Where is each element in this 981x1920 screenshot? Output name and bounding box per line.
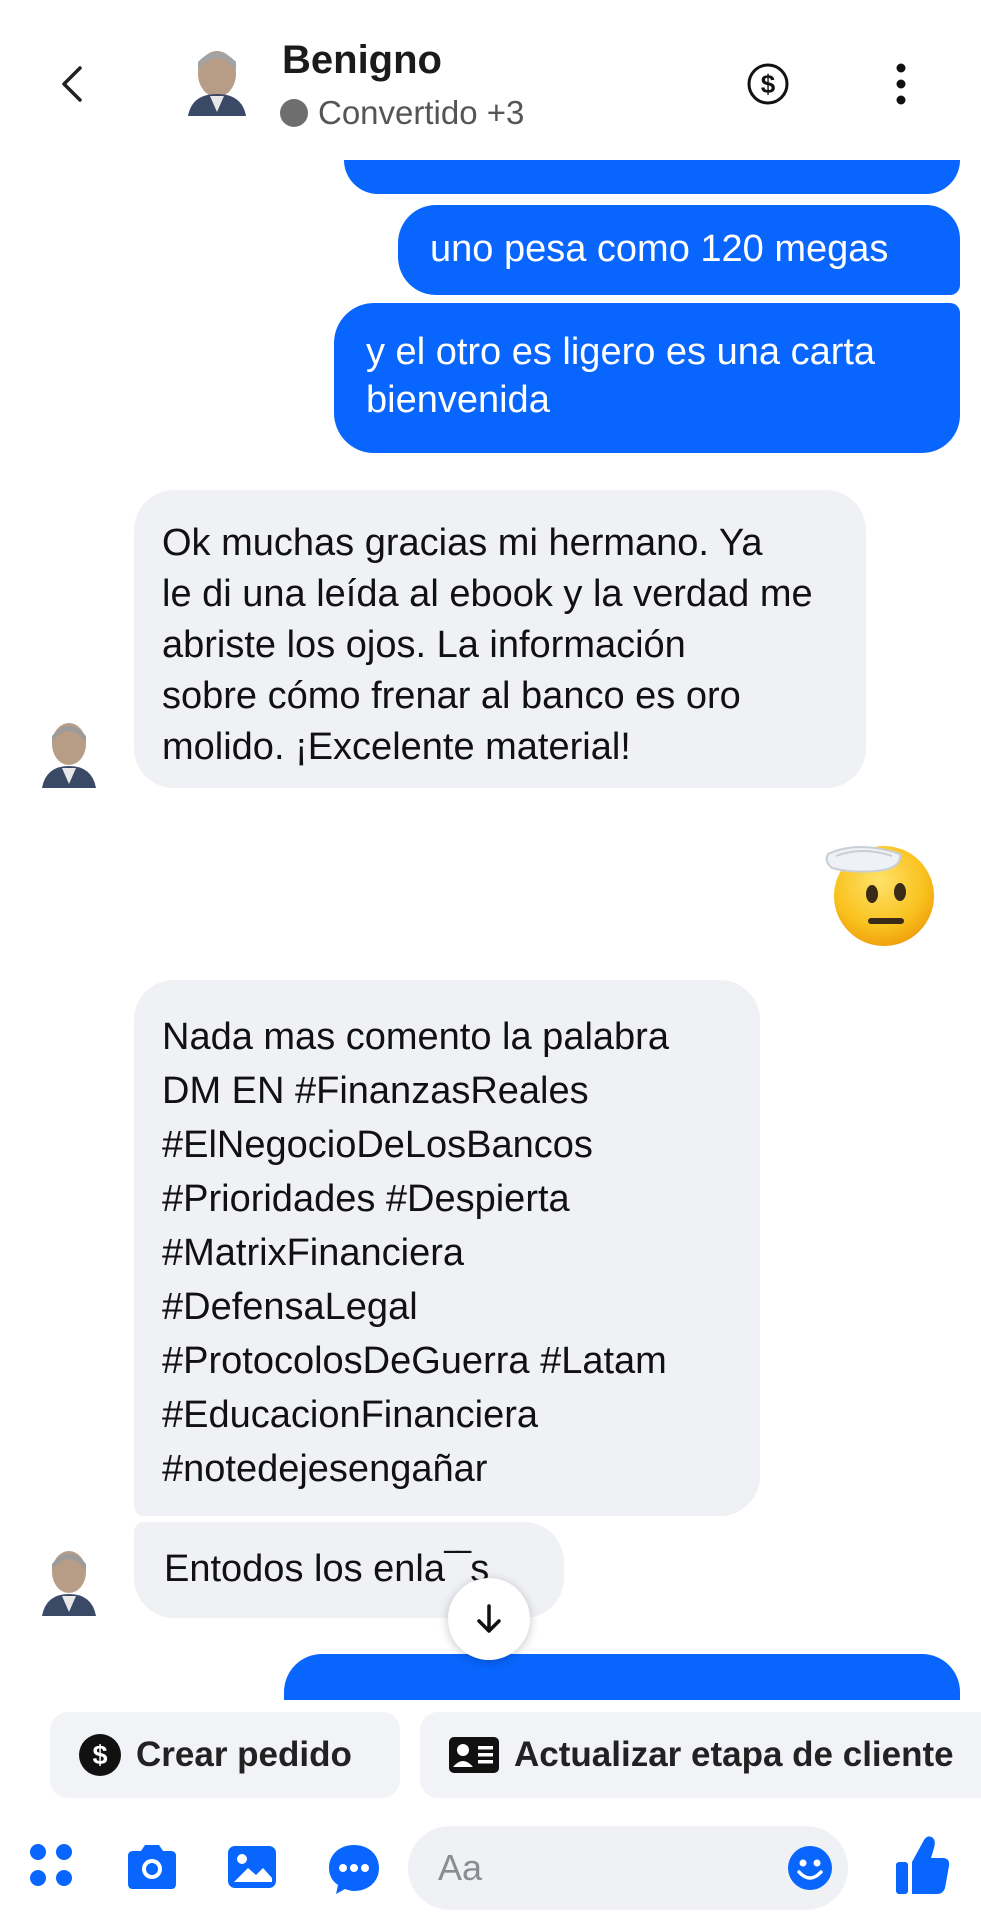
message-text: uno pesa como 120 megas [430,228,889,270]
message-input[interactable]: Aa [408,1826,848,1910]
message-bubble-outgoing[interactable]: y el otro es ligero es una carta bienven… [334,303,960,453]
contact-avatar[interactable] [184,48,250,116]
svg-text:$: $ [92,1740,107,1770]
message-line: molido. ¡Excelente material! [162,726,631,768]
message-line: #MatrixFinanciera [162,1232,464,1274]
chat-more-icon[interactable] [326,1842,382,1896]
message-bubble-outgoing[interactable]: uno pesa como 120 megas [398,205,960,295]
status-dot [280,99,308,127]
quick-action-label: Actualizar etapa de cliente [514,1735,954,1774]
create-order-button[interactable]: $ Crear pedido [50,1712,400,1798]
message-line: #ProtocolosDeGuerra #Latam [162,1340,667,1382]
input-placeholder: Aa [438,1847,483,1888]
payment-dollar-icon[interactable]: $ [746,62,790,106]
message-line: abriste los ojos. La información [162,624,686,666]
arrow-down-icon [477,1604,501,1633]
message-line: DM EN #FinanzasReales [162,1070,589,1112]
gallery-icon[interactable] [226,1842,278,1892]
status-label: Convertido +3 [318,94,525,131]
contact-status: Convertido +3 [280,94,524,132]
message-line: y el otro es ligero es una carta [366,331,876,373]
more-options-icon[interactable] [886,60,916,108]
sender-avatar[interactable] [40,718,98,788]
conversation-header: Benigno Convertido +3 $ [0,0,981,160]
update-client-stage-button[interactable]: Actualizar etapa de cliente [420,1712,981,1798]
message-composer: Aa [0,1812,981,1920]
dollar-circle-icon: $ [79,1734,121,1776]
saluting-face-emoji[interactable] [822,832,942,952]
message-bubble-incoming[interactable]: Nada mas comento la palabra DM EN #Finan… [134,980,760,1516]
back-arrow-icon[interactable] [52,62,92,106]
apps-icon[interactable] [28,1842,74,1888]
message-line: #notedejesengañar [162,1448,488,1490]
message-line: bienvenida [366,379,550,421]
message-line: #ElNegocioDeLosBancos [162,1124,593,1166]
message-line: #Prioridades #Despierta [162,1178,570,1220]
message-line: #EducacionFinanciera [162,1394,539,1436]
scroll-to-bottom-button[interactable] [448,1578,530,1660]
message-line: #DefensaLegal [162,1286,418,1328]
quick-action-label: Crear pedido [136,1735,352,1774]
like-icon[interactable] [892,1834,952,1898]
messenger-conversation: uno pesa como 120 megas y el otro es lig… [0,0,981,1920]
svg-text:$: $ [761,69,776,99]
contact-card-icon [449,1737,499,1773]
message-line: Nada mas comento la palabra [162,1016,669,1058]
message-line: sobre cómo frenar al banco es oro [162,675,741,717]
message-line: Ok muchas gracias mi hermano. Ya [162,522,763,564]
message-bubble-incoming[interactable]: Ok muchas gracias mi hermano. Ya le di u… [134,490,866,788]
message-line: le di una leída al ebook y la verdad me [162,573,813,615]
quick-actions-bar: $ Crear pedido Actualizar etapa de clien… [0,1700,981,1810]
camera-icon[interactable] [124,1842,180,1892]
emoji-icon[interactable] [786,1844,834,1892]
contact-name[interactable]: Benigno [282,38,442,83]
message-text: Entodos los enla [164,1548,445,1590]
sender-avatar[interactable] [40,1546,98,1616]
message-list[interactable]: uno pesa como 120 megas y el otro es lig… [0,0,981,1720]
